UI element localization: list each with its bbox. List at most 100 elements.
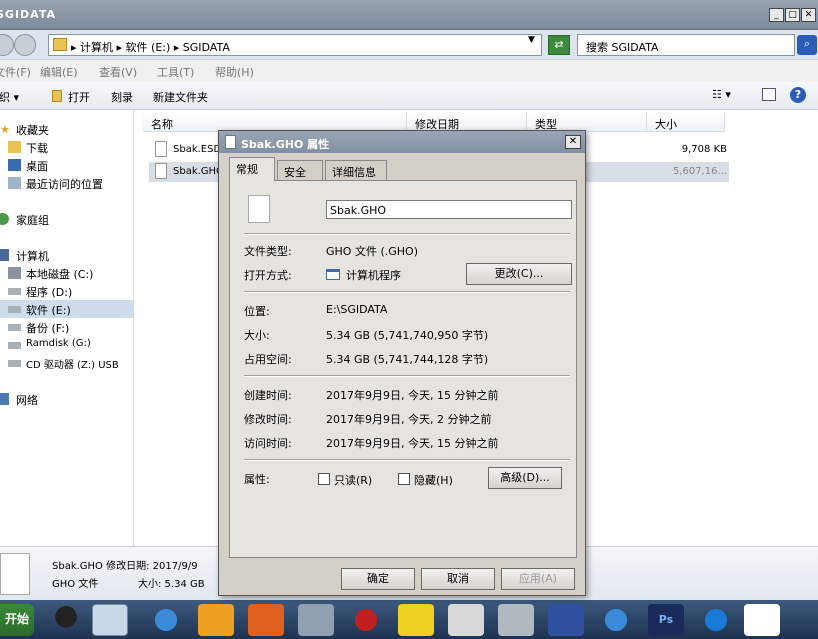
tab-general[interactable]: 常规 — [229, 157, 275, 181]
homegroup-icon — [0, 213, 9, 225]
search-input[interactable]: 搜索 SGIDATA — [577, 34, 795, 56]
app-icon[interactable] — [698, 604, 734, 636]
file-icon — [248, 195, 270, 223]
ok-button[interactable]: 确定 — [341, 568, 415, 590]
size-value: 5.34 GB (5,741,740,950 字节) — [326, 329, 489, 342]
cd-drive-icon — [8, 360, 21, 367]
menu-edit[interactable]: 编辑(E) — [40, 64, 78, 80]
dialog-title-bar[interactable]: Sbak.GHO 属性 ✕ — [219, 131, 585, 153]
accessed-value: 2017年9月9日, 今天, 15 分钟之前 — [326, 437, 499, 450]
tab-details[interactable]: 详细信息 — [325, 160, 387, 180]
local-disk-icon — [8, 267, 21, 279]
divider — [244, 375, 570, 377]
nav-drive-z[interactable]: CD 驱动器 (Z:) USB — [0, 354, 134, 372]
address-input[interactable]: ▸ 计算机 ▸ 软件 (E:) ▸ SGIDATA — [48, 34, 542, 56]
details-type: GHO 文件 — [52, 579, 99, 590]
new-folder-button[interactable]: 新建文件夹 — [153, 89, 208, 105]
hidden-checkbox[interactable] — [398, 473, 410, 485]
title-bar[interactable]: SGIDATA _ □ ✕ — [0, 0, 818, 30]
monitor-icon[interactable] — [548, 604, 584, 636]
column-type[interactable]: 类型 — [527, 112, 647, 132]
window-title: SGIDATA — [0, 8, 56, 21]
app-icon[interactable] — [348, 604, 384, 636]
taskbar: 开始 Ps — [0, 600, 818, 639]
nav-recent[interactable]: 最近访问的位置 — [0, 174, 134, 192]
open-button[interactable]: 打开 — [68, 89, 90, 105]
back-button[interactable] — [0, 34, 14, 56]
dialog-close-button[interactable]: ✕ — [565, 135, 581, 149]
help-icon[interactable]: ? — [790, 87, 806, 103]
menu-tools[interactable]: 工具(T) — [157, 64, 194, 80]
folder-icon — [53, 38, 67, 51]
globe-icon[interactable] — [598, 604, 634, 636]
photoshop-icon[interactable]: Ps — [648, 604, 684, 636]
view-options-icon[interactable]: ☷ ▾ — [712, 88, 731, 101]
menu-file[interactable]: 文件(F) — [0, 64, 31, 80]
advanced-button[interactable]: 高级(D)... — [488, 467, 562, 489]
column-modified[interactable]: 修改日期 — [407, 112, 527, 132]
search-icon[interactable]: ⌕ — [797, 35, 817, 55]
breadcrumb: ▸ 计算机 ▸ 软件 (E:) ▸ SGIDATA — [71, 41, 230, 54]
desktop-icon — [8, 159, 21, 171]
organize-button[interactable]: 组织 ▾ — [0, 89, 19, 105]
app-icon[interactable] — [744, 604, 780, 636]
nav-favorites[interactable]: ★ 收藏夹 — [0, 120, 134, 138]
app-icon[interactable] — [248, 604, 284, 636]
tab-security[interactable]: 安全 — [277, 160, 323, 180]
nav-drive-d[interactable]: 程序 (D:) — [0, 282, 134, 300]
open-icon — [52, 90, 62, 102]
network-icon — [0, 393, 9, 405]
drive-icon — [8, 306, 21, 313]
app-icon[interactable] — [398, 604, 434, 636]
nav-homegroup[interactable]: 家庭组 — [0, 210, 134, 228]
menu-bar: 文件(F) 编辑(E) 查看(V) 工具(T) 帮助(H) — [0, 60, 818, 82]
nav-drive-c[interactable]: 本地磁盘 (C:) — [0, 264, 134, 282]
location-value: E:\SGIDATA — [326, 303, 388, 316]
drive-app-icon[interactable] — [498, 604, 534, 636]
app-icon[interactable] — [198, 604, 234, 636]
start-button[interactable]: 开始 — [0, 604, 34, 636]
close-button[interactable]: ✕ — [801, 8, 816, 22]
drive-icon — [8, 288, 21, 295]
divider — [244, 233, 570, 235]
nav-desktop[interactable]: 桌面 — [0, 156, 134, 174]
navigation-pane: ★ 收藏夹 下载 桌面 最近访问的位置 家庭组 计算机 本地磁盘 (C:) 程序… — [0, 110, 134, 546]
apply-button[interactable]: 应用(A) — [501, 568, 575, 590]
app-icon[interactable] — [448, 604, 484, 636]
maximize-button[interactable]: □ — [785, 8, 800, 22]
column-size[interactable]: 大小 — [647, 112, 725, 132]
burn-button[interactable]: 刻录 — [111, 89, 133, 105]
nav-downloads[interactable]: 下载 — [0, 138, 134, 156]
search-placeholder: 搜索 SGIDATA — [586, 41, 659, 54]
computer-icon — [0, 249, 9, 261]
filename-input[interactable]: Sbak.GHO — [326, 200, 572, 219]
menu-help[interactable]: 帮助(H) — [215, 64, 254, 80]
type-value: GHO 文件 (.GHO) — [326, 245, 418, 258]
ie-icon[interactable] — [148, 604, 184, 636]
nav-drive-e[interactable]: 软件 (E:) — [0, 300, 134, 318]
column-name[interactable]: 名称 — [143, 112, 407, 132]
app-icon[interactable] — [298, 604, 334, 636]
disk-size-value: 5.34 GB (5,741,744,128 字节) — [326, 353, 489, 366]
address-dropdown-icon[interactable]: ▼ — [528, 35, 535, 45]
change-button[interactable]: 更改(C)... — [466, 263, 572, 285]
nav-network[interactable]: 网络 — [0, 390, 134, 408]
refresh-button[interactable]: ⇄ — [548, 35, 570, 55]
address-bar-area: ▸ 计算机 ▸ 软件 (E:) ▸ SGIDATA ▼ ⇄ 搜索 SGIDATA… — [0, 30, 818, 60]
readonly-checkbox[interactable] — [318, 473, 330, 485]
drive-icon — [8, 324, 21, 331]
general-panel: Sbak.GHO 文件类型: GHO 文件 (.GHO) 打开方式: 计算机程序… — [229, 180, 577, 558]
nav-computer[interactable]: 计算机 — [0, 246, 134, 264]
nav-drive-g[interactable]: Ramdisk (G:) — [0, 336, 134, 354]
cancel-button[interactable]: 取消 — [421, 568, 495, 590]
forward-button[interactable] — [14, 34, 36, 56]
qq-icon[interactable] — [48, 604, 84, 636]
nav-drive-f[interactable]: 备份 (F:) — [0, 318, 134, 336]
explorer-taskbar-icon[interactable] — [92, 604, 128, 636]
menu-view[interactable]: 查看(V) — [99, 64, 137, 80]
file-icon — [225, 135, 236, 149]
hidden-label: 隐藏(H) — [414, 474, 453, 487]
preview-pane-icon[interactable] — [762, 88, 776, 101]
command-bar: 组织 ▾ 打开 刻录 新建文件夹 ☷ ▾ ? — [0, 82, 818, 110]
minimize-button[interactable]: _ — [769, 8, 784, 22]
